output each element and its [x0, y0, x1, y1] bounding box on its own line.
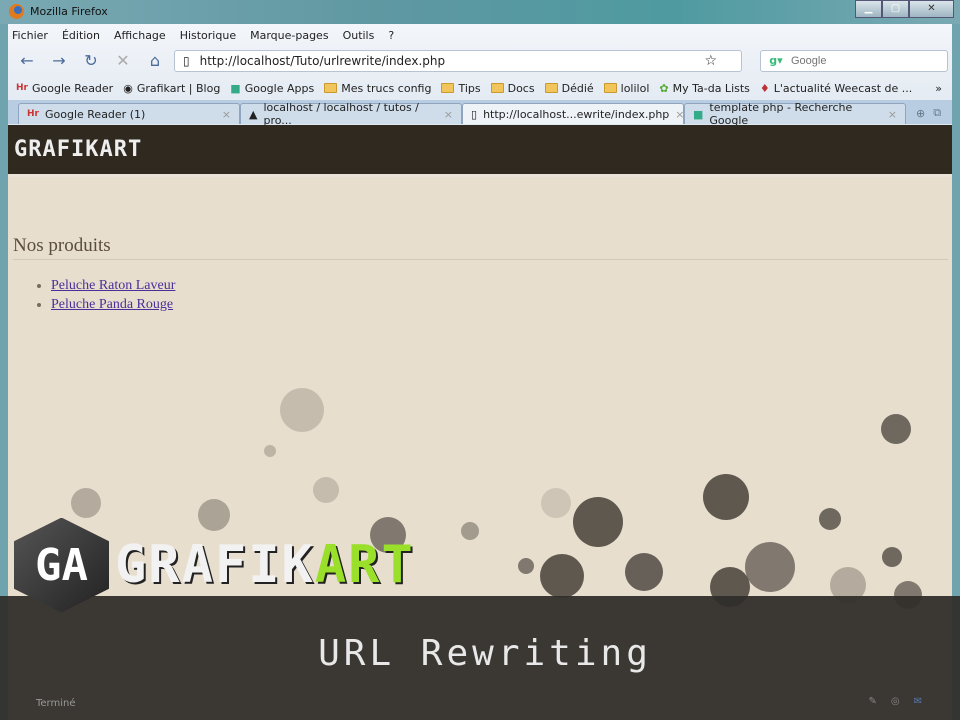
list-item: Peluche Panda Rouge [51, 295, 952, 314]
nav-toolbar: ← → ↻ ✕ ⌂ ▯ http://localhost/Tuto/urlrew… [8, 45, 952, 76]
product-link[interactable]: Peluche Raton Laveur [51, 278, 175, 293]
settings-icon[interactable]: ◎ [891, 696, 900, 707]
menu-affichage[interactable]: Affichage [114, 29, 166, 45]
tab-close-icon[interactable]: × [222, 108, 231, 121]
home-button[interactable]: ⌂ [142, 49, 168, 73]
bookmark-google-apps[interactable]: ■ Google Apps [230, 82, 314, 95]
url-bar[interactable]: ▯ http://localhost/Tuto/urlrewrite/index… [174, 49, 742, 72]
logo-word-a: GRAFIK [115, 535, 315, 595]
window-title: Mozilla Firefox [30, 5, 108, 18]
folder-icon [603, 83, 617, 93]
logo-cube: GA [14, 517, 109, 613]
tab-google-search[interactable]: ■ template php - Recherche Google × [684, 101, 906, 127]
page-icon: ▯ [183, 53, 190, 68]
forward-button[interactable]: → [46, 49, 72, 73]
bookmark-google-reader[interactable]: Hr Google Reader [16, 82, 113, 95]
reload-button[interactable]: ↻ [78, 49, 104, 73]
page-heading: Nos produits [13, 235, 948, 260]
firefox-icon [9, 4, 24, 19]
tab-close-icon[interactable]: × [888, 108, 897, 121]
menu-outils[interactable]: Outils [343, 29, 375, 45]
menu-bar: Fichier Édition Affichage Historique Mar… [8, 24, 952, 45]
bookmark-docs[interactable]: Docs [490, 82, 535, 95]
bookmark-star-icon[interactable]: ☆ [704, 53, 717, 69]
logo-word-b: ART [314, 535, 415, 595]
status-text: Terminé [36, 697, 76, 709]
google-icon: ■ [230, 81, 241, 95]
window-titlebar: Mozilla Firefox ▁ ▢ ✕ [0, 0, 960, 24]
folder-icon [490, 83, 504, 93]
google-reader-icon: Hr [16, 83, 28, 93]
bookmark-mes-trucs-config[interactable]: Mes trucs config [324, 82, 431, 95]
new-tab-button[interactable]: ⊕ [916, 107, 925, 120]
page-icon: ▯ [471, 107, 478, 121]
back-button[interactable]: ← [14, 49, 40, 73]
maximize-button[interactable]: ▢ [882, 0, 909, 18]
bookmark-dedie[interactable]: Dédié [544, 82, 594, 95]
menu-edition[interactable]: Édition [62, 29, 100, 45]
search-box[interactable]: g▾ [760, 49, 948, 72]
bookmark-tips[interactable]: Tips [441, 82, 481, 95]
google-icon: ■ [693, 107, 704, 121]
folder-icon [441, 83, 455, 93]
tab-phpmyadmin[interactable]: ▲ localhost / localhost / tutos / pro... × [240, 101, 462, 127]
mail-icon[interactable]: ✉ [914, 696, 922, 707]
tab-index-php[interactable]: ▯ http://localhost...ewrite/index.php × [462, 103, 685, 124]
search-input[interactable] [791, 54, 941, 67]
menu-marque-pages[interactable]: Marque-pages [250, 29, 328, 45]
tab-close-icon[interactable]: × [444, 108, 453, 121]
minimize-button[interactable]: ▁ [855, 0, 882, 18]
tab-google-reader[interactable]: Hr Google Reader (1) × [18, 103, 240, 124]
phpmyadmin-icon: ▲ [249, 107, 258, 121]
product-link[interactable]: Peluche Panda Rouge [51, 297, 173, 312]
tab-bar: Hr Google Reader (1) × ▲ localhost / localh… [8, 100, 952, 127]
bookmark-lolilol[interactable]: lolilol [603, 82, 649, 95]
list-tabs-button[interactable]: ⧉ [933, 106, 941, 120]
google-reader-icon: Hr [27, 109, 39, 119]
list-item: Peluche Raton Laveur [51, 276, 952, 295]
addon-icon[interactable]: ✎ [868, 696, 876, 707]
bookmarks-bar: Hr Google Reader ◉ Grafikart | Blog ■ Googl… [8, 76, 952, 100]
status-bar: Terminé ✎ ◎ ✉ [8, 694, 952, 712]
menu-historique[interactable]: Historique [180, 29, 236, 45]
browser-chrome: Fichier Édition Affichage Historique Mar… [8, 24, 952, 127]
google-icon[interactable]: g▾ [761, 54, 791, 67]
bookmark-tada-lists[interactable]: ✿ My Ta-da Lists [659, 82, 750, 95]
folder-icon [324, 83, 338, 93]
close-button[interactable]: ✕ [909, 0, 954, 18]
grafikart-icon: ◉ [123, 81, 133, 95]
folder-icon [544, 83, 558, 93]
video-title: URL Rewriting [318, 633, 652, 674]
weecast-icon: ♦ [759, 81, 770, 95]
product-list: Peluche Raton Laveur Peluche Panda Rouge [51, 276, 952, 314]
logo-word: GRAFIKART [115, 535, 415, 595]
url-text[interactable]: http://localhost/Tuto/urlrewrite/index.p… [200, 54, 446, 68]
stop-button[interactable]: ✕ [110, 49, 136, 73]
bookmark-weecast[interactable]: ♦ L'actualité Weecast de ... [760, 82, 912, 95]
tada-icon: ✿ [659, 81, 669, 95]
bookmark-grafikart[interactable]: ◉ Grafikart | Blog [123, 82, 220, 95]
menu-help[interactable]: ? [388, 29, 394, 45]
grafikart-watermark-logo: GA GRAFIKART [14, 515, 415, 615]
bookmarks-overflow-button[interactable]: » [935, 82, 942, 95]
menu-fichier[interactable]: Fichier [12, 29, 48, 45]
